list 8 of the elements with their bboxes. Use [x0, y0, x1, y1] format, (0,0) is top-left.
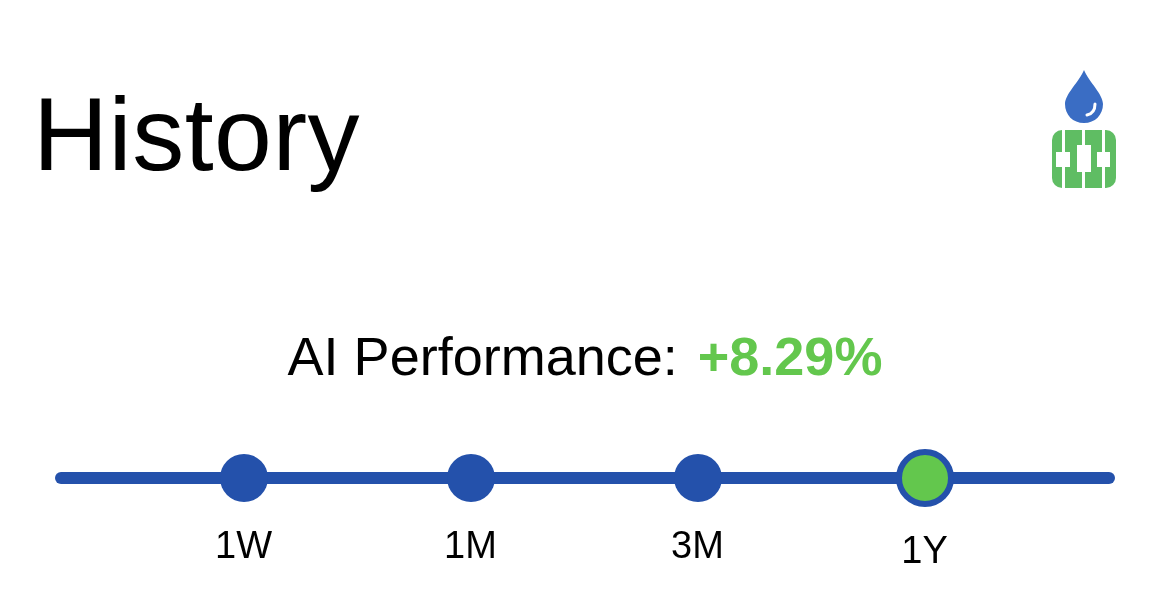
period-label: 1Y [901, 530, 948, 569]
period-label: 1M [444, 525, 497, 564]
period-label: 1W [215, 525, 272, 564]
period-label: 3M [671, 525, 724, 564]
drop-candlestick-icon [1052, 70, 1116, 188]
performance-label: AI Performance: [287, 328, 678, 383]
performance-value: +8.29% [697, 328, 883, 383]
page-title: History [33, 75, 361, 194]
